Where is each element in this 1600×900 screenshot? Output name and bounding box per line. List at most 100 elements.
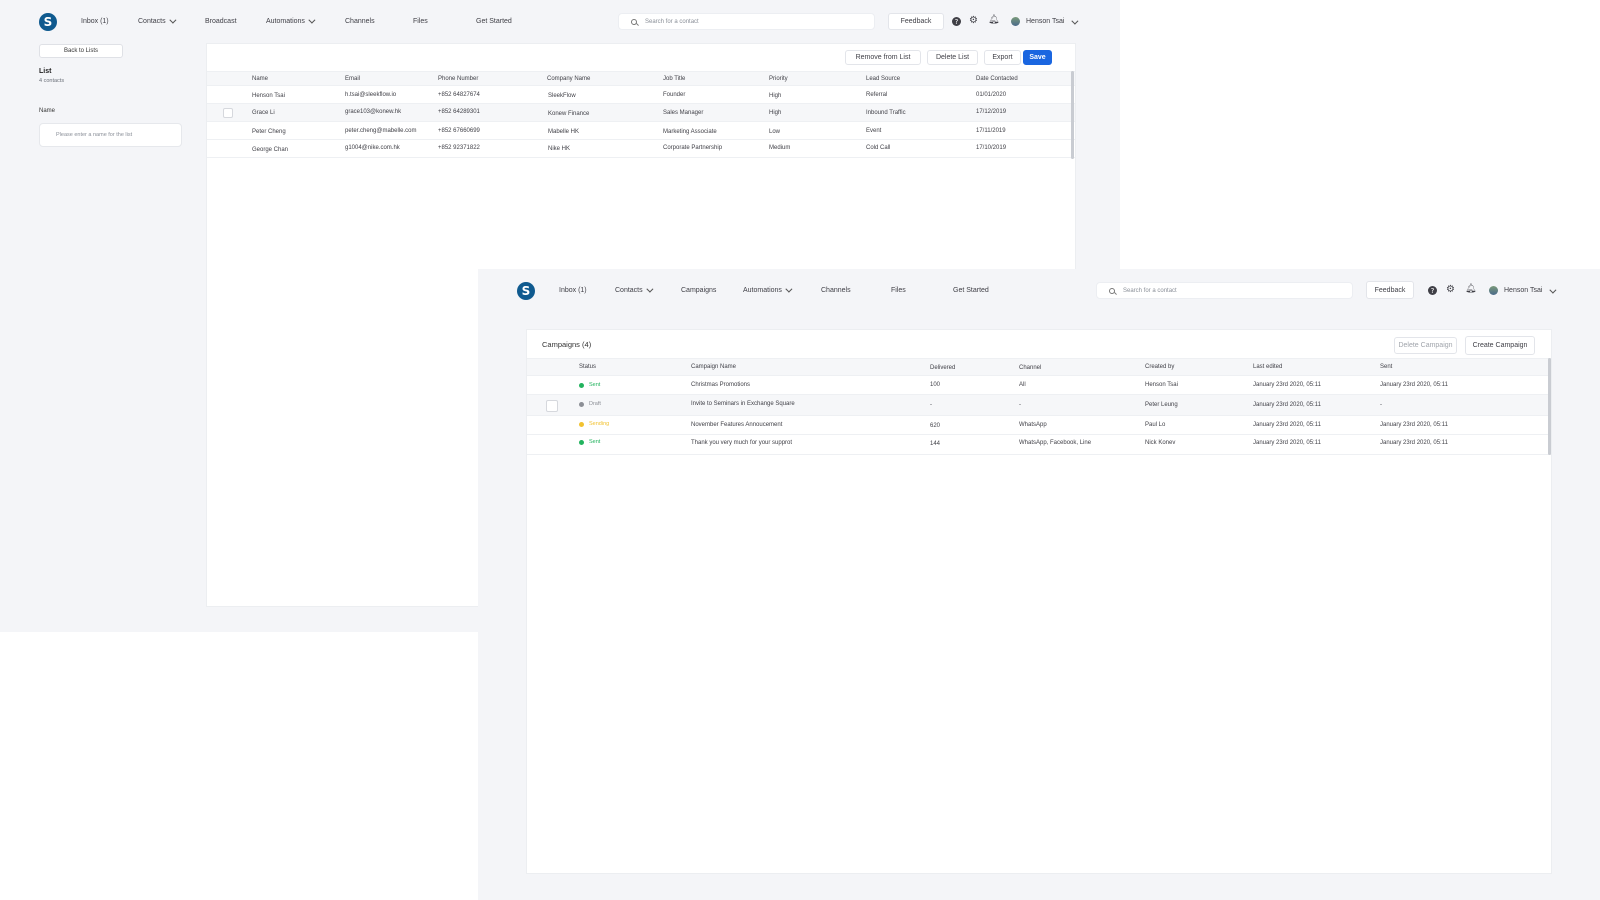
table-row[interactable]: Henson Tsai h.tsai@sleekflow.io +852 648…: [207, 86, 1075, 104]
column-header[interactable]: Company Name: [547, 76, 590, 82]
table-row[interactable]: Grace Li grace103@konew.hk +852 64289301…: [207, 104, 1075, 122]
delete-campaign-button[interactable]: Delete Campaign: [1394, 337, 1457, 354]
contact-name[interactable]: George Chan: [252, 147, 288, 153]
user-name[interactable]: Henson Tsai: [1026, 18, 1064, 25]
gear-icon[interactable]: ⚙: [969, 16, 978, 26]
gear-icon[interactable]: ⚙: [1446, 285, 1455, 295]
campaign-last-edited: January 23rd 2020, 05:11: [1253, 402, 1321, 408]
nav-inbox[interactable]: Inbox (1): [559, 287, 587, 294]
avatar[interactable]: [1489, 286, 1498, 295]
campaign-delivered: 144: [930, 441, 941, 447]
composite-stage: S Inbox (1) Contacts Broadcast Automatio…: [0, 0, 1600, 900]
contact-date: 17/11/2019: [976, 128, 1006, 134]
campaign-created-by: Nick Konev: [1145, 440, 1176, 446]
help-icon[interactable]: ?: [1428, 286, 1437, 295]
column-header[interactable]: Priority: [769, 76, 788, 82]
chevron-down-icon: [308, 16, 316, 24]
column-header[interactable]: Phone Number: [438, 76, 478, 82]
contact-name[interactable]: Grace Li: [252, 110, 275, 116]
delete-list-button[interactable]: Delete List: [927, 50, 978, 65]
remove-from-list-button[interactable]: Remove from List: [845, 50, 921, 65]
column-header[interactable]: Job Title: [663, 76, 685, 82]
sleekflow-logo-icon[interactable]: S: [39, 13, 57, 31]
column-header[interactable]: Created by: [1145, 364, 1174, 370]
contact-company: Mabelle HK: [548, 129, 580, 135]
campaign-sent: January 23rd 2020, 05:11: [1380, 382, 1448, 388]
campaign-name[interactable]: November Features Annoucement: [691, 422, 782, 428]
table-scrollbar[interactable]: [1548, 358, 1551, 455]
column-header[interactable]: Date Contacted: [976, 76, 1018, 82]
column-header[interactable]: Email: [345, 76, 360, 82]
nav-broadcast[interactable]: Broadcast: [205, 18, 237, 25]
nav-contacts[interactable]: Contacts: [138, 16, 177, 25]
nav-inbox[interactable]: Inbox (1): [81, 18, 109, 25]
column-header[interactable]: Lead Source: [866, 76, 900, 82]
nav-channels[interactable]: Channels: [345, 18, 375, 25]
column-header[interactable]: Sent: [1380, 364, 1392, 370]
search-icon: [631, 18, 637, 25]
feedback-button[interactable]: Feedback: [888, 13, 944, 30]
nav-inbox-label: Inbox (1): [81, 18, 109, 25]
chevron-down-icon[interactable]: [1549, 286, 1557, 294]
search-icon: [1109, 287, 1115, 294]
contact-email: peter.cheng@mabelle.com: [345, 128, 417, 134]
table-row[interactable]: George Chan g1004@nike.com.hk +852 92371…: [207, 140, 1075, 158]
nav-campaigns[interactable]: Campaigns: [681, 287, 716, 294]
campaigns-screen: S Inbox (1) Contacts Campaigns Automatio…: [478, 269, 1600, 900]
export-button[interactable]: Export: [984, 50, 1021, 65]
table-row[interactable]: Sending November Features Annoucement 62…: [527, 416, 1551, 435]
contact-name[interactable]: Henson Tsai: [252, 93, 285, 99]
campaign-created-by: Henson Tsai: [1145, 382, 1178, 388]
bell-icon[interactable]: 🔔︎: [988, 16, 999, 25]
help-icon[interactable]: ?: [952, 17, 961, 26]
contact-priority: High: [769, 110, 782, 116]
column-header[interactable]: Last edited: [1253, 364, 1282, 370]
campaign-name[interactable]: Invite to Seminars in Exchange Square: [691, 401, 795, 407]
column-header[interactable]: Delivered: [930, 365, 955, 371]
list-name-input[interactable]: Please enter a name for the list: [39, 123, 182, 147]
feedback-button[interactable]: Feedback: [1366, 281, 1414, 299]
nav-automations[interactable]: Automations: [743, 285, 793, 294]
contact-phone: +852 67660699: [438, 128, 480, 134]
sleekflow-logo-icon[interactable]: S: [517, 282, 535, 300]
column-header[interactable]: Name: [252, 76, 268, 82]
nav-channels-label: Channels: [821, 287, 851, 294]
campaign-sent: January 23rd 2020, 05:11: [1380, 440, 1448, 446]
campaign-name[interactable]: Christmas Promotions: [691, 382, 750, 388]
nav-get-started[interactable]: Get Started: [476, 18, 512, 25]
contact-name[interactable]: Peter Cheng: [252, 129, 286, 135]
nav-contacts[interactable]: Contacts: [615, 285, 654, 294]
chevron-down-icon[interactable]: [1071, 17, 1079, 25]
nav-automations[interactable]: Automations: [266, 16, 316, 25]
user-name[interactable]: Henson Tsai: [1504, 287, 1542, 294]
save-button[interactable]: Save: [1023, 50, 1052, 65]
search-input[interactable]: Search for a contact: [1096, 282, 1353, 299]
create-campaign-button[interactable]: Create Campaign: [1465, 336, 1535, 355]
search-input[interactable]: Search for a contact: [618, 13, 875, 30]
nav-files[interactable]: Files: [413, 18, 428, 25]
contact-date: 17/10/2019: [976, 145, 1007, 151]
nav-channels[interactable]: Channels: [821, 287, 851, 294]
contact-job-title: Sales Manager: [663, 110, 704, 116]
row-checkbox[interactable]: [546, 400, 558, 412]
list-toolbar: Remove from List Delete List Export Save: [207, 44, 1075, 71]
contact-email: h.tsai@sleekflow.io: [345, 92, 397, 98]
nav-files[interactable]: Files: [891, 287, 906, 294]
table-row[interactable]: Sent Thank you very much for your suppro…: [527, 435, 1551, 455]
table-scrollbar[interactable]: [1071, 71, 1074, 159]
contact-job-title: Founder: [663, 92, 686, 98]
row-checkbox[interactable]: [223, 108, 233, 118]
column-header[interactable]: Status: [579, 364, 596, 370]
back-to-lists-button[interactable]: Back to Lists: [39, 44, 123, 58]
column-header[interactable]: Channel: [1019, 365, 1041, 371]
table-row[interactable]: Peter Cheng peter.cheng@mabelle.com +852…: [207, 122, 1075, 140]
table-row[interactable]: Draft Invite to Seminars in Exchange Squ…: [527, 395, 1551, 416]
table-row[interactable]: Sent Christmas Promotions 100 All Henson…: [527, 376, 1551, 395]
nav-channels-label: Channels: [345, 18, 375, 25]
nav-get-started[interactable]: Get Started: [953, 287, 989, 294]
avatar[interactable]: [1011, 17, 1020, 26]
bell-icon[interactable]: 🔔︎: [1465, 285, 1476, 294]
column-header[interactable]: Campaign Name: [691, 364, 736, 370]
campaign-channel: WhatsApp, Facebook, Line: [1019, 440, 1092, 446]
campaign-name[interactable]: Thank you very much for your supprot: [691, 440, 792, 446]
